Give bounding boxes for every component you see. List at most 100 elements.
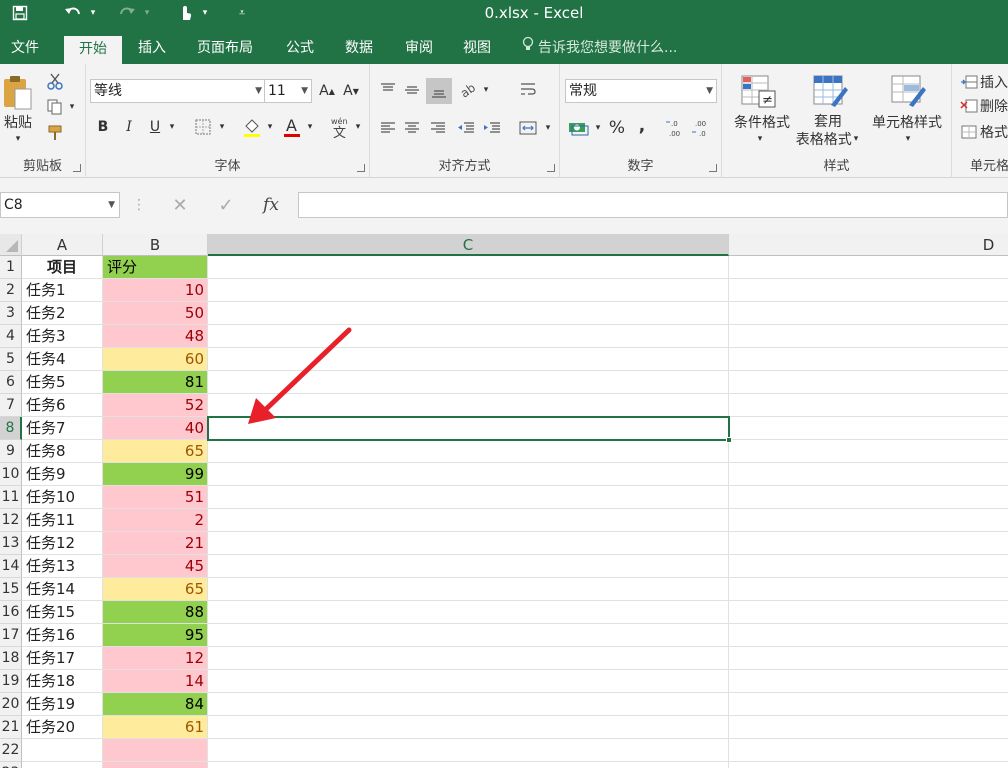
score-cell[interactable]: 99 — [103, 463, 208, 486]
table-cell[interactable] — [729, 463, 1008, 486]
format-painter-icon[interactable] — [44, 122, 66, 144]
task-cell[interactable]: 任务14 — [22, 578, 103, 601]
table-cell[interactable] — [729, 555, 1008, 578]
table-cell[interactable] — [729, 693, 1008, 716]
row-header[interactable]: 15 — [0, 578, 22, 601]
score-cell[interactable]: 45 — [103, 555, 208, 578]
table-cell[interactable] — [729, 670, 1008, 693]
table-cell[interactable] — [208, 509, 729, 532]
decrease-indent-icon[interactable] — [454, 116, 478, 140]
table-cell[interactable] — [729, 601, 1008, 624]
table-cell[interactable] — [208, 578, 729, 601]
table-cell[interactable] — [729, 532, 1008, 555]
cancel-entry-icon[interactable]: ✕ — [166, 194, 194, 216]
task-cell[interactable]: 任务15 — [22, 601, 103, 624]
cell-styles-icon[interactable] — [886, 72, 930, 110]
format-as-table-icon[interactable] — [808, 72, 852, 110]
fill-color-icon[interactable] — [240, 114, 264, 140]
insert-cells-button[interactable]: 插入 — [980, 72, 1008, 92]
tab-home[interactable]: 开始 — [64, 36, 122, 64]
align-right-icon[interactable] — [426, 116, 450, 140]
confirm-entry-icon[interactable]: ✓ — [212, 194, 240, 216]
fill-handle[interactable] — [726, 437, 732, 443]
task-cell[interactable]: 任务13 — [22, 555, 103, 578]
format-as-table-label-1[interactable]: 套用 — [800, 112, 856, 130]
column-header-d[interactable]: D — [729, 234, 1008, 256]
align-center-icon[interactable] — [400, 116, 424, 140]
task-cell[interactable]: 任务3 — [22, 325, 103, 348]
table-cell[interactable] — [729, 716, 1008, 739]
task-cell[interactable] — [22, 739, 103, 762]
orientation-dropdown-icon[interactable]: ▾ — [480, 82, 492, 98]
table-cell[interactable] — [208, 716, 729, 739]
tab-page-layout[interactable]: 页面布局 — [186, 34, 264, 64]
cut-icon[interactable] — [44, 70, 66, 92]
table-cell[interactable] — [208, 693, 729, 716]
table-cell[interactable] — [208, 624, 729, 647]
score-cell[interactable]: 60 — [103, 348, 208, 371]
copy-icon[interactable] — [44, 96, 66, 118]
cell-styles-button[interactable]: 单元格样式 — [864, 112, 950, 132]
task-cell[interactable]: 任务19 — [22, 693, 103, 716]
score-cell[interactable]: 50 — [103, 302, 208, 325]
insert-function-icon[interactable]: fx — [256, 194, 286, 216]
task-cell[interactable]: 任务2 — [22, 302, 103, 325]
task-cell[interactable]: 任务16 — [22, 624, 103, 647]
task-cell[interactable]: 任务7 — [22, 417, 103, 440]
task-cell[interactable]: 任务10 — [22, 486, 103, 509]
underline-dropdown-icon[interactable]: ▾ — [166, 118, 178, 136]
column-header-c[interactable]: C — [208, 234, 729, 256]
table-cell[interactable] — [208, 486, 729, 509]
table-cell[interactable] — [729, 739, 1008, 762]
table-cell[interactable] — [208, 394, 729, 417]
table-cell[interactable] — [208, 417, 729, 440]
tell-me-search[interactable]: 告诉我您想要做什么... — [522, 34, 677, 64]
score-cell[interactable]: 10 — [103, 279, 208, 302]
row-header[interactable]: 2 — [0, 279, 22, 302]
tab-insert[interactable]: 插入 — [126, 34, 178, 64]
task-cell[interactable]: 任务20 — [22, 716, 103, 739]
task-cell[interactable]: 任务9 — [22, 463, 103, 486]
paste-icon[interactable] — [0, 72, 36, 114]
conditional-formatting-icon[interactable]: ≠ — [736, 72, 780, 110]
table-cell[interactable] — [729, 394, 1008, 417]
table-cell[interactable] — [729, 762, 1008, 768]
score-cell[interactable]: 21 — [103, 532, 208, 555]
table-cell[interactable] — [729, 371, 1008, 394]
table-cell[interactable] — [208, 302, 729, 325]
font-launcher-icon[interactable] — [357, 164, 365, 172]
table-cell[interactable] — [729, 509, 1008, 532]
formula-input[interactable] — [298, 192, 1008, 218]
tab-data[interactable]: 数据 — [334, 34, 384, 64]
score-cell[interactable]: 14 — [103, 670, 208, 693]
font-size-combo[interactable]: 11 ▼ — [264, 79, 312, 103]
tab-formulas[interactable]: 公式 — [274, 34, 326, 64]
paste-button[interactable]: 粘贴 — [0, 112, 36, 132]
table-cell[interactable] — [729, 279, 1008, 302]
task-cell[interactable]: 任务11 — [22, 509, 103, 532]
row-header[interactable]: 9 — [0, 440, 22, 463]
comma-style-button[interactable]: , — [632, 114, 652, 138]
currency-dropdown-icon[interactable]: ▾ — [592, 120, 604, 136]
table-cell[interactable] — [208, 279, 729, 302]
phonetic-dropdown-icon[interactable]: ▾ — [352, 118, 364, 136]
underline-button[interactable]: U — [144, 116, 166, 138]
merge-dropdown-icon[interactable]: ▾ — [542, 120, 554, 136]
score-cell[interactable]: 84 — [103, 693, 208, 716]
table-cell[interactable] — [208, 348, 729, 371]
task-cell[interactable]: 任务18 — [22, 670, 103, 693]
table-cell[interactable] — [729, 302, 1008, 325]
row-header[interactable]: 19 — [0, 670, 22, 693]
task-cell[interactable]: 任务6 — [22, 394, 103, 417]
column-header-a[interactable]: A — [22, 234, 103, 256]
table-cell[interactable] — [208, 670, 729, 693]
align-left-icon[interactable] — [376, 116, 400, 140]
table-cell[interactable] — [729, 348, 1008, 371]
header-cell-score[interactable]: 评分 — [103, 256, 208, 279]
copy-dropdown-icon[interactable]: ▾ — [66, 100, 78, 114]
wrap-text-icon[interactable] — [516, 78, 540, 102]
font-color-icon[interactable]: A — [280, 114, 304, 140]
select-all-corner[interactable] — [0, 234, 22, 256]
table-cell[interactable] — [208, 739, 729, 762]
bold-button[interactable]: B — [92, 116, 114, 138]
